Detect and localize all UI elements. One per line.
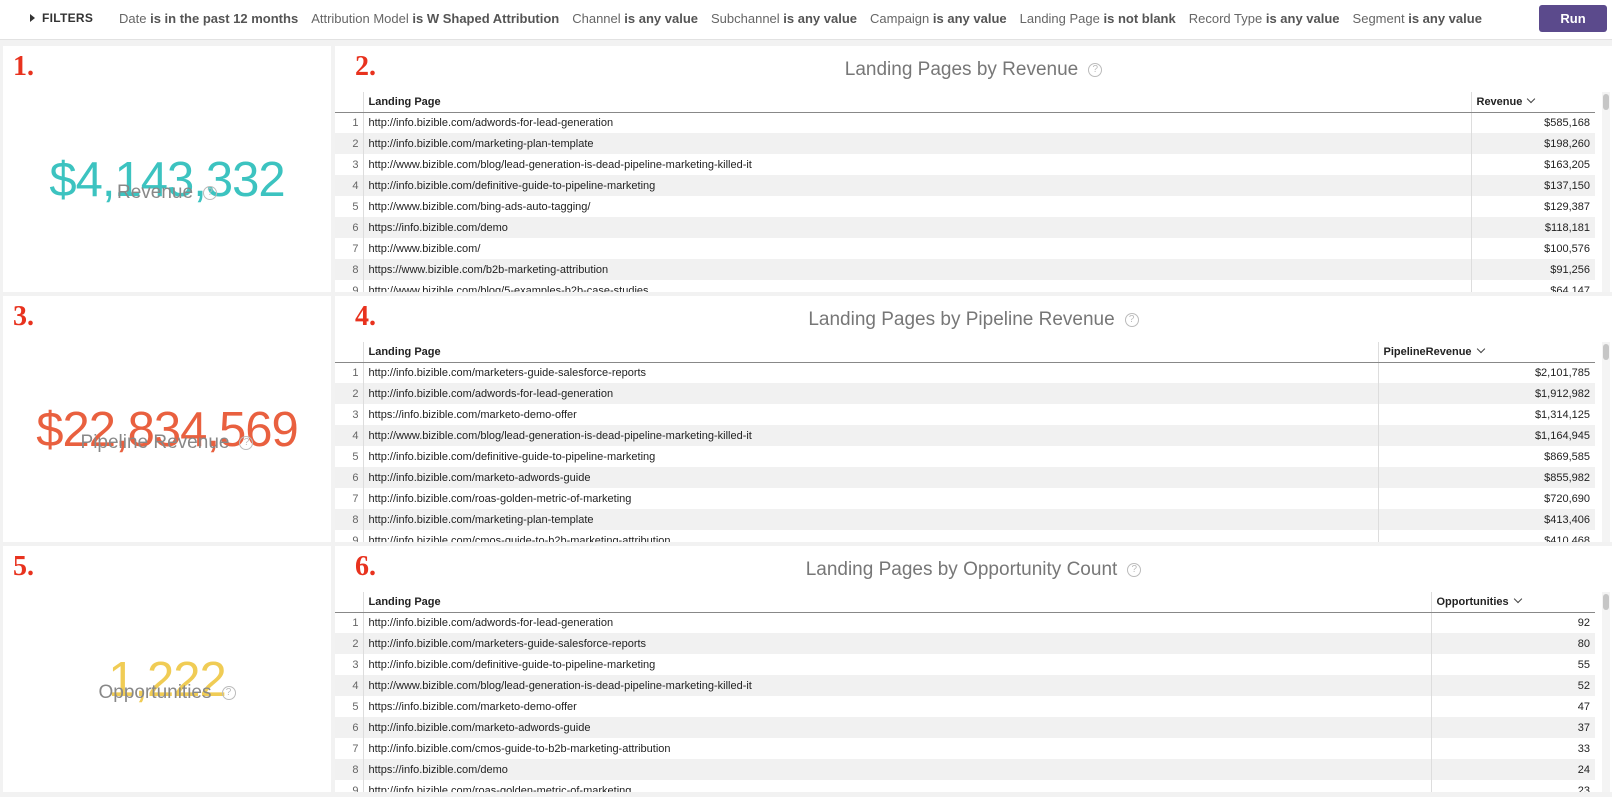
filters-toggle[interactable]: FILTERS <box>30 11 93 25</box>
kpi-tile-pipeline-revenue: 3. $22,834,569 Pipeline Revenue? <box>3 296 331 542</box>
kpi-tile-opportunities: 5. 1,222 Opportunities? <box>3 546 331 792</box>
table-row[interactable]: 9 http://info.bizible.com/cmos-guide-to-b… <box>335 530 1595 542</box>
filter-attribution-model[interactable]: Attribution Model is W Shaped Attributio… <box>311 11 559 26</box>
column-header-landing-page[interactable]: Landing Page <box>362 592 1431 613</box>
column-header-landing-page[interactable]: Landing Page <box>362 342 1378 363</box>
scroll-thumb[interactable] <box>1603 594 1609 610</box>
table-row[interactable]: 7 http://info.bizible.com/cmos-guide-to-b… <box>335 738 1595 759</box>
table-row[interactable]: 6 https://info.bizible.com/demo $118,181 <box>335 217 1595 238</box>
table-row[interactable]: 3 http://info.bizible.com/definitive-guid… <box>335 654 1595 675</box>
table-tile-opportunity-count: 6. Landing Pages by Opportunity Count? L… <box>335 546 1612 792</box>
table-scrollbar[interactable] <box>1602 342 1610 542</box>
filters-toggle-label: FILTERS <box>42 11 94 25</box>
table-row[interactable]: 8 https://info.bizible.com/demo 24 <box>335 759 1595 780</box>
tile-badge: 5. <box>13 551 34 582</box>
table-row[interactable]: 4 http://info.bizible.com/definitive-guid… <box>335 175 1595 196</box>
table-title-revenue: Landing Pages by Revenue? <box>335 59 1612 81</box>
table-row[interactable]: 5 http://www.bizible.com/bing-ads-auto-ta… <box>335 196 1595 217</box>
kpi-label-opportunities: Opportunities? <box>3 682 331 704</box>
caret-right-icon <box>30 14 35 22</box>
table-row[interactable]: 1 http://info.bizible.com/adwords-for-lea… <box>335 612 1595 633</box>
filter-date[interactable]: Date is in the past 12 months <box>119 11 298 26</box>
filter-record-type[interactable]: Record Type is any value <box>1189 11 1340 26</box>
column-header-opportunities[interactable]: Opportunities <box>1430 592 1595 613</box>
table-row[interactable]: 2 http://info.bizible.com/adwords-for-lea… <box>335 383 1595 404</box>
column-header-revenue[interactable]: Revenue <box>1470 92 1595 113</box>
kpi-label-pipeline-revenue: Pipeline Revenue? <box>3 432 331 454</box>
table-scrollbar[interactable] <box>1602 92 1610 292</box>
table-row[interactable]: 8 http://info.bizible.com/marketing-plan-… <box>335 509 1595 530</box>
sort-desc-icon <box>1476 344 1485 353</box>
table-row[interactable]: 2 http://info.bizible.com/marketers-guide… <box>335 633 1595 654</box>
help-icon[interactable]: ? <box>1088 62 1103 77</box>
pipeline-revenue-table: Landing Page PipelineRevenue 1 http://inf… <box>335 342 1595 542</box>
table-row[interactable]: 2 http://info.bizible.com/marketing-plan-… <box>335 133 1595 154</box>
filter-landing-page[interactable]: Landing Page is not blank <box>1020 11 1176 26</box>
table-row[interactable]: 4 http://www.bizible.com/blog/lead-genera… <box>335 425 1595 446</box>
table-row[interactable]: 7 http://www.bizible.com/$100,576 <box>335 238 1595 259</box>
sort-desc-icon <box>1527 94 1536 103</box>
scroll-thumb[interactable] <box>1603 94 1609 110</box>
table-row[interactable]: 6 http://info.bizible.com/marketo-adwords… <box>335 467 1595 488</box>
column-header-pipeline-revenue[interactable]: PipelineRevenue <box>1377 342 1595 363</box>
table-row[interactable]: 9 http://info.bizible.com/roas-golden-met… <box>335 780 1595 792</box>
tile-badge: 3. <box>13 301 34 332</box>
kpi-label-revenue: Revenue? <box>3 182 331 204</box>
table-row[interactable]: 1 http://info.bizible.com/adwords-for-lea… <box>335 112 1595 133</box>
help-icon[interactable]: ? <box>239 435 254 450</box>
filter-segment[interactable]: Segment is any value <box>1353 11 1482 26</box>
help-icon[interactable]: ? <box>1127 562 1142 577</box>
filter-list: Date is in the past 12 months Attributio… <box>119 11 1495 26</box>
run-button[interactable]: Run <box>1539 5 1607 32</box>
column-header-landing-page[interactable]: Landing Page <box>362 92 1471 113</box>
table-scrollbar[interactable] <box>1602 592 1610 792</box>
table-row[interactable]: 3 http://www.bizible.com/blog/lead-genera… <box>335 154 1595 175</box>
tile-badge: 1. <box>13 51 34 82</box>
opportunity-count-table: Landing Page Opportunities 1 http://info.… <box>335 592 1595 792</box>
table-row[interactable]: 9 http://www.bizible.com/blog/5-examples-… <box>335 280 1595 292</box>
help-icon[interactable]: ? <box>1124 312 1139 327</box>
table-title-opportunity-count: Landing Pages by Opportunity Count? <box>335 559 1612 581</box>
table-row[interactable]: 4 http://www.bizible.com/blog/lead-genera… <box>335 675 1595 696</box>
kpi-tile-revenue: 1. $4,143,332 Revenue? <box>3 46 331 292</box>
table-row[interactable]: 7 http://info.bizible.com/roas-golden-met… <box>335 488 1595 509</box>
table-row[interactable]: 3 https://info.bizible.com/marketo-demo-o… <box>335 404 1595 425</box>
sort-desc-icon <box>1513 594 1522 603</box>
filter-channel[interactable]: Channel is any value <box>572 11 698 26</box>
table-row[interactable]: 8 https://www.bizible.com/b2b-marketing-a… <box>335 259 1595 280</box>
table-row[interactable]: 6 http://info.bizible.com/marketo-adwords… <box>335 717 1595 738</box>
table-tile-revenue: 2. Landing Pages by Revenue? Landing Pag… <box>335 46 1612 292</box>
help-icon[interactable]: ? <box>203 185 218 200</box>
table-row[interactable]: 1 http://info.bizible.com/marketers-guide… <box>335 362 1595 383</box>
filter-campaign[interactable]: Campaign is any value <box>870 11 1007 26</box>
table-row[interactable]: 5 http://info.bizible.com/definitive-guid… <box>335 446 1595 467</box>
filter-bar: FILTERS Date is in the past 12 months At… <box>0 0 1612 40</box>
table-tile-pipeline-revenue: 4. Landing Pages by Pipeline Revenue? La… <box>335 296 1612 542</box>
table-row[interactable]: 5 https://info.bizible.com/marketo-demo-o… <box>335 696 1595 717</box>
filter-subchannel[interactable]: Subchannel is any value <box>711 11 857 26</box>
revenue-table: Landing Page Revenue 1 http://info.bizibl… <box>335 92 1595 292</box>
table-title-pipeline-revenue: Landing Pages by Pipeline Revenue? <box>335 309 1612 331</box>
scroll-thumb[interactable] <box>1603 344 1609 360</box>
help-icon[interactable]: ? <box>221 685 236 700</box>
